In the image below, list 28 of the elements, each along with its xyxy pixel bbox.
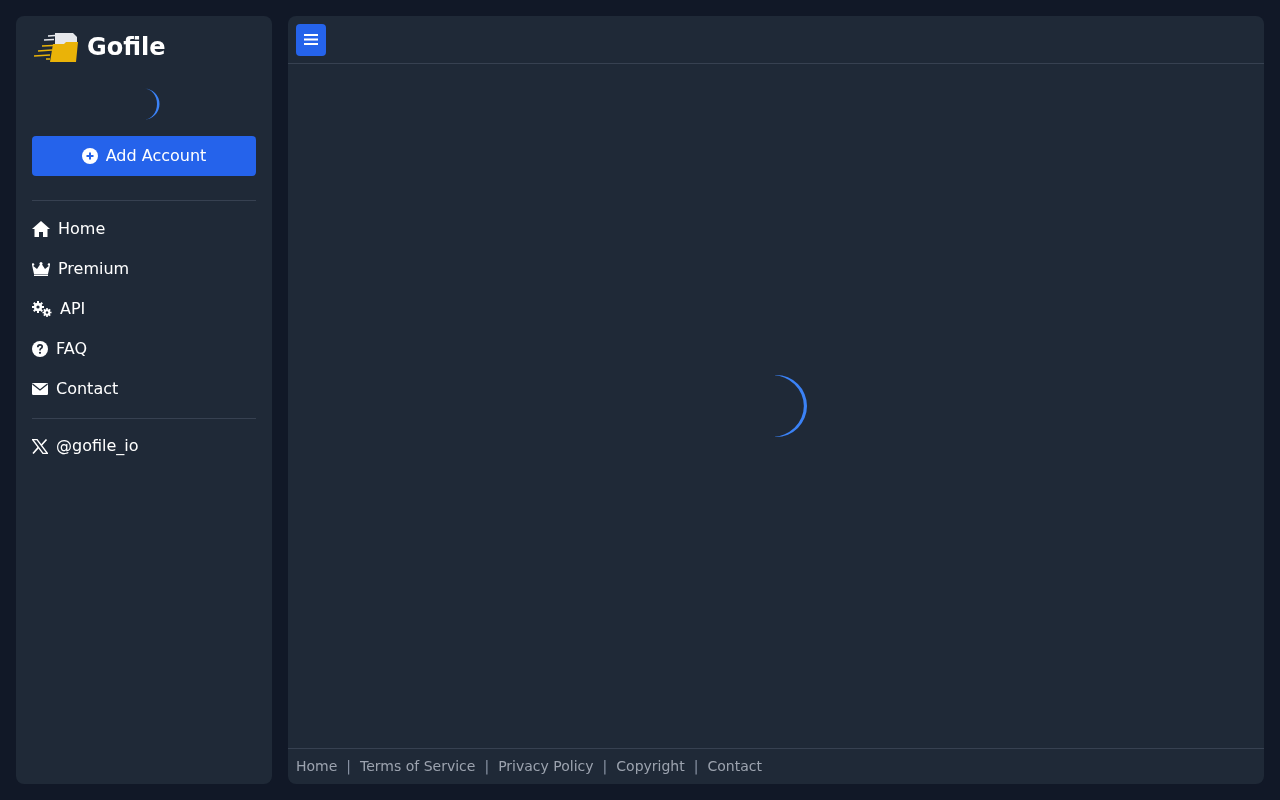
footer-link[interactable]: Copyright [616, 756, 685, 777]
nav-item[interactable]: Contact [32, 369, 256, 409]
footer-link[interactable]: Terms of Service [360, 756, 476, 777]
nav-item[interactable]: Premium [32, 249, 256, 289]
social-link[interactable]: @gofile_io [32, 426, 256, 466]
add-account-button[interactable]: Add Account [32, 136, 256, 176]
question-circle-icon [32, 341, 48, 357]
brand-name: Gofile [87, 35, 166, 59]
x-logo-icon [32, 438, 48, 454]
menu-button[interactable] [296, 23, 326, 56]
gears-icon [32, 301, 52, 317]
folder-logo-icon [34, 32, 78, 62]
plus-circle-icon [81, 148, 98, 164]
footer-link[interactable]: Contact [707, 756, 762, 777]
menu-icon [304, 34, 318, 45]
envelope-icon [32, 383, 48, 395]
nav-item[interactable]: Home [32, 209, 256, 249]
footer-separator: | [346, 757, 352, 777]
footer-separator: | [602, 757, 608, 777]
home-icon [32, 221, 50, 237]
footer-link[interactable]: Privacy Policy [498, 756, 594, 777]
nav-item[interactable]: FAQ [32, 329, 256, 369]
spinner-icon [775, 374, 808, 438]
footer-link[interactable]: Home [296, 756, 338, 777]
footer-separator: | [484, 757, 490, 777]
crown-icon [32, 262, 50, 276]
footer-separator: | [693, 757, 699, 777]
nav-item[interactable]: API [32, 289, 256, 329]
